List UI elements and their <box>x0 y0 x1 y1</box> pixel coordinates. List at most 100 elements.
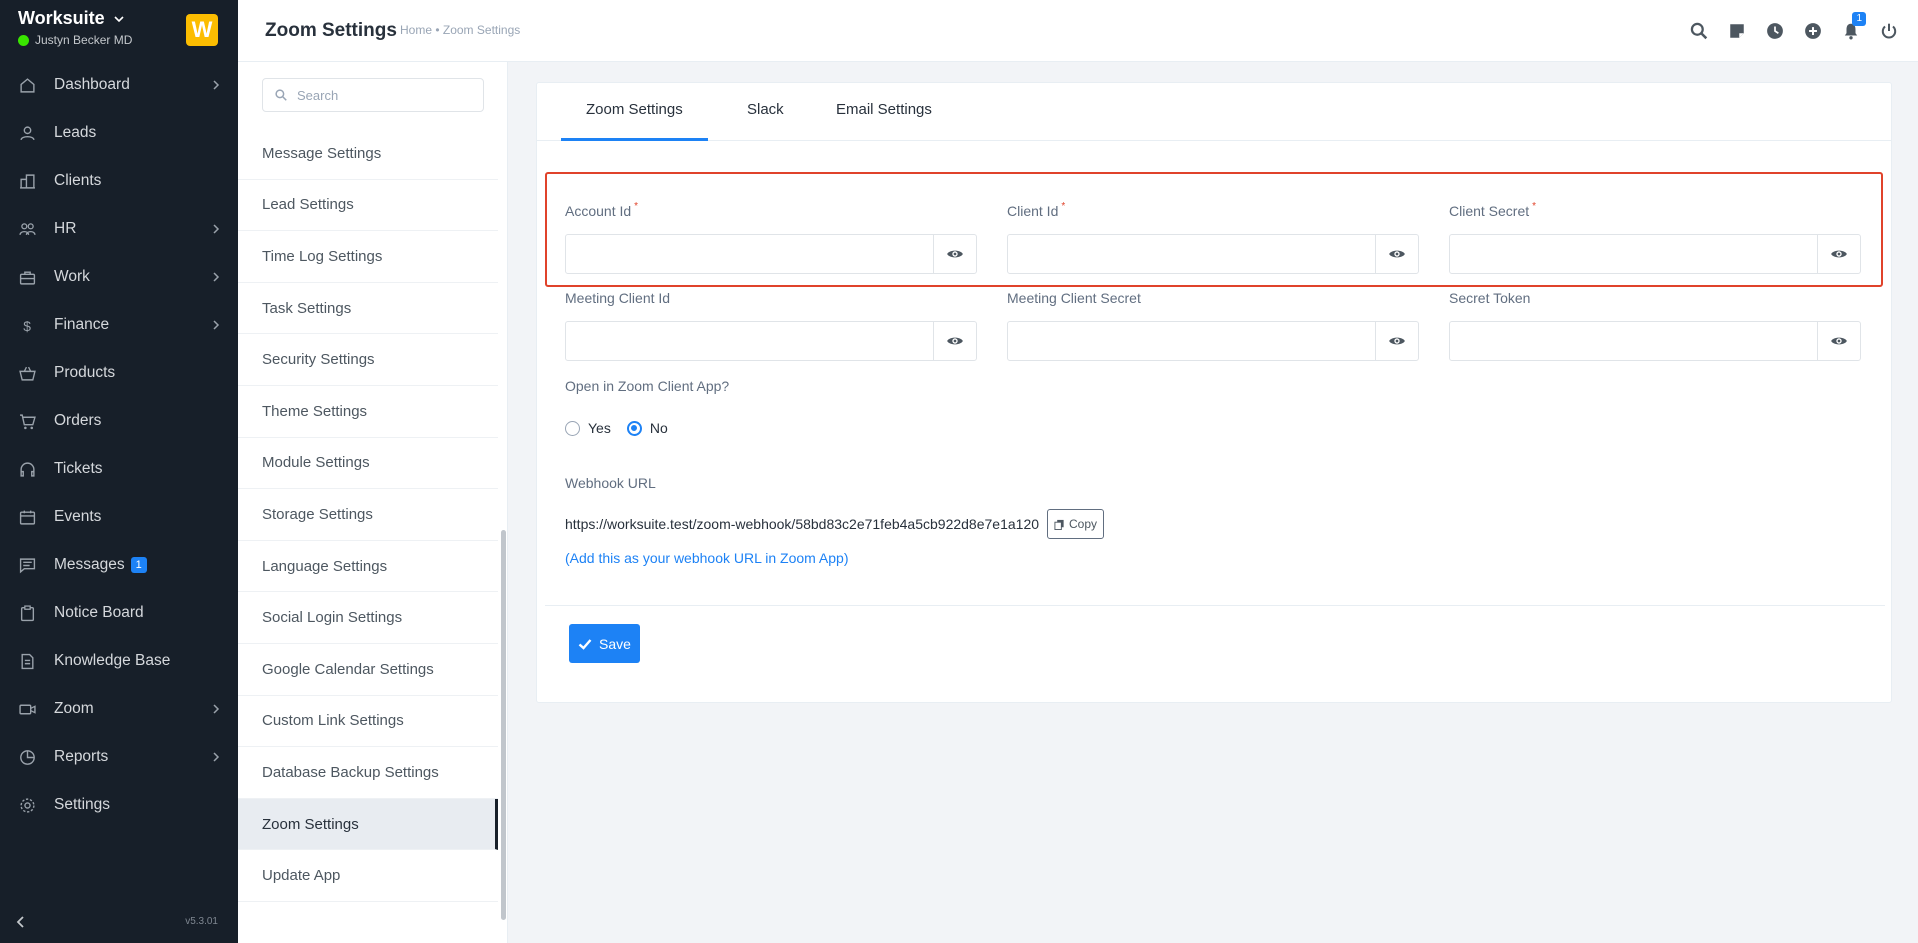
calendar-icon <box>18 508 36 526</box>
client-id-input[interactable] <box>1008 235 1375 273</box>
chat-icon <box>18 556 36 574</box>
settings-item-social-login[interactable]: Social Login Settings <box>238 592 498 644</box>
sidebar-item-label: Notice Board <box>54 604 144 621</box>
header-actions: 1 <box>1688 12 1900 42</box>
settings-item-time-log[interactable]: Time Log Settings <box>238 231 498 283</box>
save-button-label: Save <box>599 635 631 652</box>
main-sidebar: Worksuite Justyn Becker MD W Dashboard L… <box>0 0 238 943</box>
sidebar-item-leads[interactable]: Leads <box>0 109 238 157</box>
sidebar-item-work[interactable]: Work <box>0 253 238 301</box>
chevron-right-icon <box>213 704 220 714</box>
check-icon <box>578 638 592 650</box>
radio-no[interactable] <box>626 420 642 436</box>
house-icon <box>18 76 36 94</box>
settings-item-language[interactable]: Language Settings <box>238 541 498 593</box>
settings-item-message[interactable]: Message Settings <box>238 128 498 180</box>
company-switcher[interactable]: Worksuite Justyn Becker MD <box>18 8 132 47</box>
sidebar-item-products[interactable]: Products <box>0 349 238 397</box>
top-header: Zoom Settings Home • Zoom Settings 1 <box>238 0 1918 62</box>
client-secret-input[interactable] <box>1450 235 1817 273</box>
tab-email-settings[interactable]: Email Settings <box>811 83 957 141</box>
sidebar-item-tickets[interactable]: Tickets <box>0 445 238 493</box>
camera-icon <box>18 700 36 718</box>
chevron-right-icon <box>213 752 220 762</box>
webhook-hint-link[interactable]: (Add this as your webhook URL in Zoom Ap… <box>565 550 849 566</box>
online-status-icon <box>18 34 29 46</box>
sidebar-item-label: Events <box>54 508 102 525</box>
sidebar-item-notice-board[interactable]: Notice Board <box>0 589 238 637</box>
settings-item-lead[interactable]: Lead Settings <box>238 180 498 232</box>
app-version: v5.3.01 <box>185 916 218 927</box>
sidebar-item-label: Settings <box>54 796 111 813</box>
sidebar-item-hr[interactable]: HR <box>0 205 238 253</box>
eye-icon[interactable] <box>933 322 976 360</box>
sidebar-item-label: Clients <box>54 172 102 189</box>
clock-icon[interactable] <box>1764 20 1786 42</box>
meeting-client-id-label: Meeting Client Id <box>565 290 671 306</box>
sidebar-item-settings[interactable]: Settings <box>0 781 238 829</box>
power-icon[interactable] <box>1878 20 1900 42</box>
settings-item-custom-link[interactable]: Custom Link Settings <box>238 696 498 748</box>
meeting-client-secret-field <box>1007 321 1419 361</box>
webhook-row: https://worksuite.test/zoom-webhook/58bd… <box>565 509 1105 539</box>
sidebar-menu: Dashboard Leads Clients HR Work $ Financ… <box>0 61 238 829</box>
client-id-field <box>1007 234 1419 274</box>
dollar-icon: $ <box>18 316 36 334</box>
account-id-input[interactable] <box>566 235 933 273</box>
sidebar-item-label: Work <box>54 268 90 285</box>
settings-item-security[interactable]: Security Settings <box>238 334 498 386</box>
settings-item-module[interactable]: Module Settings <box>238 438 498 490</box>
search-icon[interactable] <box>1688 20 1710 42</box>
settings-item-google-calendar[interactable]: Google Calendar Settings <box>238 644 498 696</box>
settings-item-zoom[interactable]: Zoom Settings <box>238 798 498 851</box>
tab-slack[interactable]: Slack <box>722 83 809 141</box>
client-secret-field <box>1449 234 1861 274</box>
search-icon <box>275 89 287 101</box>
settings-search-input[interactable]: Search <box>262 78 484 112</box>
sidebar-item-label: Reports <box>54 748 109 765</box>
radio-yes[interactable] <box>565 420 580 436</box>
sidebar-item-finance[interactable]: $ Finance <box>0 301 238 349</box>
document-icon <box>18 652 36 670</box>
settings-item-theme[interactable]: Theme Settings <box>238 386 498 438</box>
sidebar-item-events[interactable]: Events <box>0 493 238 541</box>
sidebar-item-label: Finance <box>54 316 110 333</box>
sidebar-item-dashboard[interactable]: Dashboard <box>0 61 238 109</box>
add-icon[interactable] <box>1802 20 1824 42</box>
settings-item-update-app[interactable]: Update App <box>238 850 498 902</box>
eye-icon[interactable] <box>1375 322 1418 360</box>
headset-icon <box>18 460 36 478</box>
open-in-app-options: Yes No <box>565 420 668 436</box>
sidebar-item-reports[interactable]: Reports <box>0 733 238 781</box>
save-button[interactable]: Save <box>569 624 640 663</box>
sidebar-item-clients[interactable]: Clients <box>0 157 238 205</box>
sidebar-item-label: Products <box>54 364 116 381</box>
settings-nav-scrollbar[interactable] <box>501 530 506 920</box>
tab-zoom-settings[interactable]: Zoom Settings <box>561 83 708 141</box>
settings-item-task[interactable]: Task Settings <box>238 283 498 335</box>
eye-icon[interactable] <box>1375 235 1418 273</box>
gear-icon <box>18 796 36 814</box>
meeting-client-secret-input[interactable] <box>1008 322 1375 360</box>
sidebar-item-messages[interactable]: Messages 1 <box>0 541 238 589</box>
settings-item-storage[interactable]: Storage Settings <box>238 489 498 541</box>
open-in-app-label: Open in Zoom Client App? <box>565 378 730 394</box>
sidebar-item-orders[interactable]: Orders <box>0 397 238 445</box>
meeting-client-id-input[interactable] <box>566 322 933 360</box>
copy-button[interactable]: Copy <box>1047 509 1105 539</box>
chevron-right-icon <box>213 320 220 330</box>
eye-icon[interactable] <box>1817 322 1860 360</box>
collapse-sidebar-icon[interactable] <box>14 915 28 929</box>
secret-token-input[interactable] <box>1450 322 1817 360</box>
settings-item-database-backup[interactable]: Database Backup Settings <box>238 747 498 799</box>
sidebar-item-label: Tickets <box>54 460 103 477</box>
sidebar-item-zoom[interactable]: Zoom <box>0 685 238 733</box>
eye-icon[interactable] <box>933 235 976 273</box>
eye-icon[interactable] <box>1817 235 1860 273</box>
secret-token-field <box>1449 321 1861 361</box>
bell-icon[interactable]: 1 <box>1840 12 1866 42</box>
radio-no-label: No <box>649 420 668 436</box>
sticky-note-icon[interactable] <box>1726 20 1748 42</box>
copy-button-label: Copy <box>1069 517 1098 531</box>
sidebar-item-knowledge-base[interactable]: Knowledge Base <box>0 637 238 685</box>
